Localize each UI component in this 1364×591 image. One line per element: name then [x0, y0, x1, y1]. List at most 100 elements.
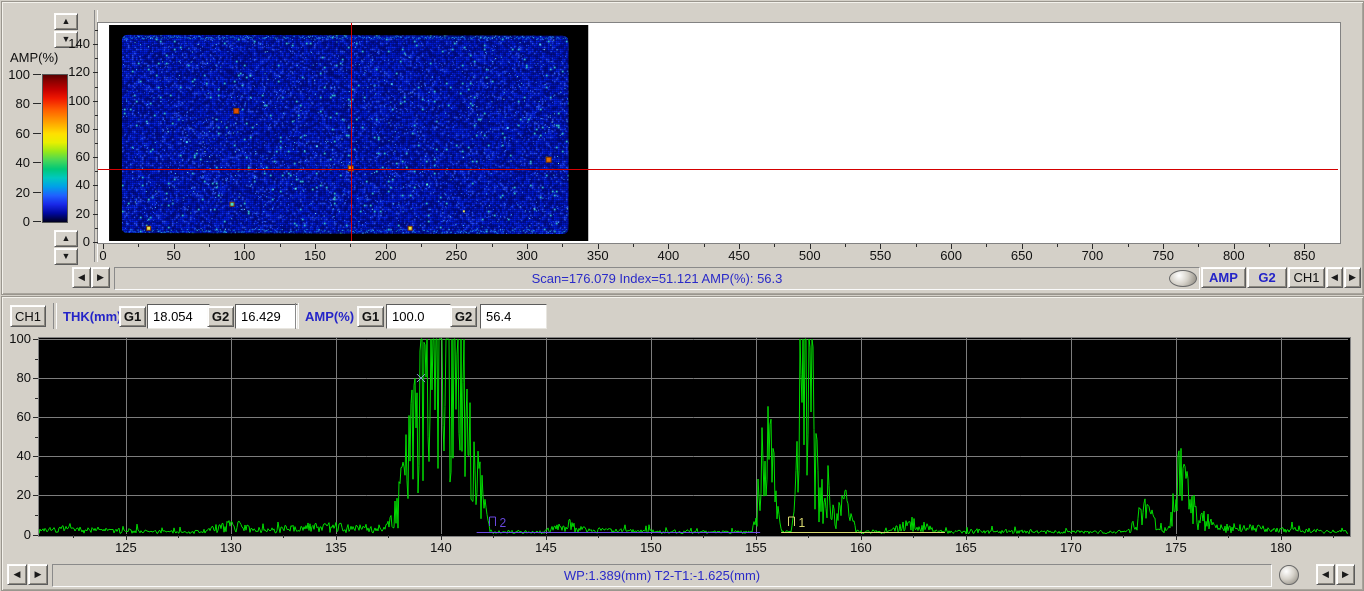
colorbar-scroll-down-button[interactable]: ▼ — [54, 31, 78, 48]
amp-gate1-button[interactable]: G1 — [357, 306, 384, 327]
display-mode-amp-button[interactable]: AMP — [1201, 267, 1246, 288]
triangle-down-icon: ▼ — [62, 252, 71, 261]
cscan-status-bar: Scan=176.079 Index=51.121 AMP(%): 56.3 — [114, 267, 1200, 290]
axis-tick — [951, 244, 952, 249]
axis-tick-label: 135 — [318, 540, 354, 555]
amp-gate2-button[interactable]: G2 — [450, 306, 477, 327]
divider — [53, 303, 57, 329]
axis-tick-label: 600 — [933, 248, 969, 263]
axis-tick-label: 0 — [3, 527, 31, 542]
axis-tick — [492, 244, 493, 247]
cscan-canvas[interactable] — [98, 23, 1338, 241]
axis-tick-label: 180 — [1263, 540, 1299, 555]
axis-tick-label: 80 — [4, 96, 30, 111]
ascan-page-right-button[interactable]: ▶ — [1336, 564, 1355, 585]
axis-tick-label: 50 — [156, 248, 192, 263]
axis-tick — [1198, 244, 1199, 247]
axis-tick-label: 160 — [843, 540, 879, 555]
triangle-left-icon: ◀ — [78, 273, 85, 282]
axis-tick — [668, 244, 669, 249]
triangle-right-icon: ▶ — [97, 273, 104, 282]
cscan-page-left-button[interactable]: ◀ — [1326, 267, 1343, 288]
axis-tick-label: 60 — [4, 126, 30, 141]
axis-tick-label: 155 — [738, 540, 774, 555]
axis-tick — [1128, 244, 1129, 247]
axis-tick-label: 700 — [1074, 248, 1110, 263]
axis-tick — [33, 192, 41, 193]
axis-tick-label: 40 — [3, 448, 31, 463]
thickness-group-label: THK(mm) — [63, 309, 122, 324]
axis-tick-label: 850 — [1286, 248, 1322, 263]
triangle-right-icon: ▶ — [1342, 570, 1349, 579]
axis-tick — [598, 244, 599, 249]
axis-tick — [1163, 244, 1164, 249]
axis-tick-label: 20 — [4, 185, 30, 200]
ascan-channel-button[interactable]: CH1 — [10, 305, 46, 327]
ascan-scroll-left-button[interactable]: ◀ — [7, 564, 27, 585]
cscan-cursor-readout: Scan=176.079 Index=51.121 AMP(%): 56.3 — [532, 271, 783, 286]
axis-tick — [704, 244, 705, 247]
axis-tick — [350, 244, 351, 247]
axis-tick — [527, 244, 528, 249]
cscan-plot-frame — [97, 22, 1341, 244]
triangle-left-icon: ◀ — [1322, 570, 1329, 579]
indicator-oval-icon — [1169, 270, 1197, 287]
trackball-icon — [1279, 565, 1299, 585]
axis-tick-label: 125 — [108, 540, 144, 555]
amp-gate2-value-field[interactable]: 56.4 — [480, 304, 547, 329]
cscan-scroll-right-button[interactable]: ▶ — [91, 267, 110, 288]
ascan-status-bar: WP:1.389(mm) T2-T1:-1.625(mm) — [52, 564, 1272, 587]
axis-tick — [138, 244, 139, 247]
axis-tick — [244, 244, 245, 249]
ascan-scroll-right-button[interactable]: ▶ — [28, 564, 48, 585]
axis-tick-label: 40 — [4, 155, 30, 170]
cscan-panel: ▲ ▼ AMP(%) 100806040200 ▲ ▼ 050100150200… — [1, 1, 1364, 295]
axis-tick-label: 100 — [3, 331, 31, 346]
ascan-page-left-button[interactable]: ◀ — [1316, 564, 1335, 585]
axis-tick — [33, 103, 41, 104]
amp-gate1-value-field[interactable]: 100.0 — [386, 304, 451, 329]
axis-tick — [33, 221, 41, 222]
axis-tick-label: 60 — [3, 409, 31, 424]
triangle-up-icon: ▲ — [62, 234, 71, 243]
thk-gate2-button[interactable]: G2 — [207, 306, 234, 327]
thk-gate1-button[interactable]: G1 — [119, 306, 146, 327]
axis-tick-label: 150 — [633, 540, 669, 555]
axis-tick-label: 145 — [528, 540, 564, 555]
colorbar-title: AMP(%) — [10, 50, 80, 65]
index-scroll-down-button[interactable]: ▼ — [54, 248, 78, 265]
axis-tick-label: 400 — [650, 248, 686, 263]
axis-tick-label: 170 — [1053, 540, 1089, 555]
axis-tick — [845, 244, 846, 247]
axis-tick — [739, 244, 740, 249]
colorbar-scroll-up-button[interactable]: ▲ — [54, 13, 78, 30]
axis-tick — [33, 74, 41, 75]
cscan-scroll-left-button[interactable]: ◀ — [72, 267, 91, 288]
axis-tick-label: 150 — [297, 248, 333, 263]
axis-tick-label: 0 — [85, 248, 121, 263]
axis-tick-label: 350 — [580, 248, 616, 263]
gate-select-g2-button[interactable]: G2 — [1247, 267, 1287, 288]
axis-tick-label: 130 — [213, 540, 249, 555]
ascan-measurement-readout: WP:1.389(mm) T2-T1:-1.625(mm) — [564, 568, 760, 583]
thk-gate1-value-field[interactable]: 18.054 — [147, 304, 210, 329]
amplitude-group-label: AMP(%) — [305, 309, 354, 324]
ascan-canvas[interactable] — [39, 338, 1348, 534]
cscan-page-right-button[interactable]: ▶ — [1344, 267, 1361, 288]
axis-tick — [633, 244, 634, 247]
index-scroll-up-button[interactable]: ▲ — [54, 230, 78, 247]
axis-tick-label: 100 — [4, 67, 30, 82]
thk-gate2-value-field[interactable]: 16.429 — [235, 304, 298, 329]
axis-tick-label: 0 — [4, 214, 30, 229]
triangle-right-icon: ▶ — [1349, 273, 1356, 282]
divider — [295, 303, 299, 329]
channel-select-button[interactable]: CH1 — [1288, 267, 1325, 288]
triangle-down-icon: ▼ — [62, 35, 71, 44]
axis-tick-label: 450 — [721, 248, 757, 263]
axis-tick — [916, 244, 917, 247]
amplitude-colorbar — [42, 74, 68, 223]
axis-tick-label: 550 — [862, 248, 898, 263]
axis-tick-label: 650 — [1004, 248, 1040, 263]
axis-tick-label: 175 — [1158, 540, 1194, 555]
triangle-up-icon: ▲ — [62, 17, 71, 26]
